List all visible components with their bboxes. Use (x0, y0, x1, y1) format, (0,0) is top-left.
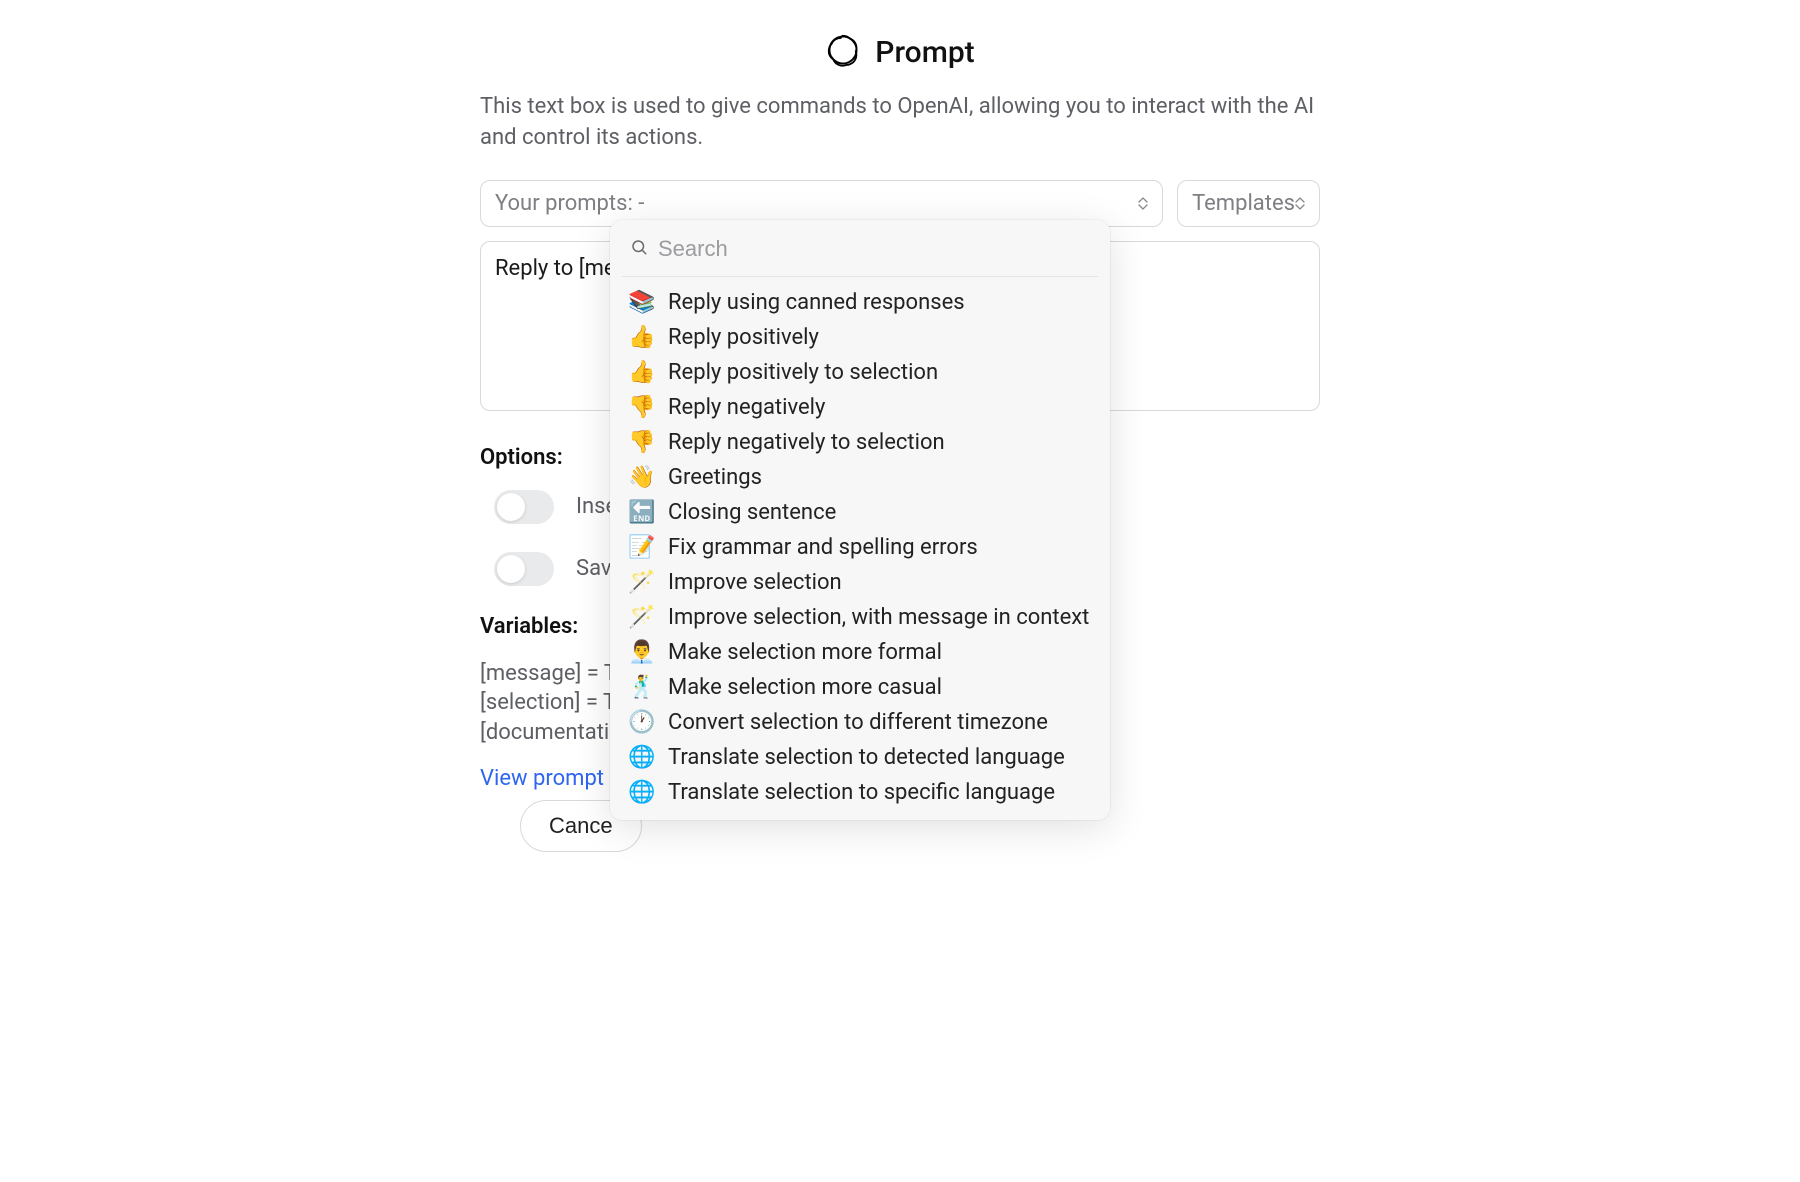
template-item-label: Reply using canned responses (668, 290, 965, 315)
template-list: 📚 Reply using canned responses 👍 Reply posi… (622, 277, 1098, 810)
template-item-label: Convert selection to different timezone (668, 710, 1048, 735)
template-item-emoji-icon: 👍 (628, 360, 654, 385)
template-item-emoji-icon: 🪄 (628, 570, 654, 595)
template-item[interactable]: 🌐 Translate selection to specific languag… (622, 775, 1098, 810)
template-item-emoji-icon: 📝 (628, 535, 654, 560)
template-item[interactable]: 📝 Fix grammar and spelling errors (622, 530, 1098, 565)
template-item[interactable]: 🔚 Closing sentence (622, 495, 1098, 530)
template-item-emoji-icon: 🕐 (628, 710, 654, 735)
template-item-label: Make selection more casual (668, 675, 942, 700)
template-item-emoji-icon: 👎 (628, 395, 654, 420)
template-item-label: Reply positively to selection (668, 360, 938, 385)
template-item[interactable]: 👎 Reply negatively (622, 390, 1098, 425)
template-item-label: Translate selection to specific language (668, 780, 1055, 805)
template-item-label: Improve selection (668, 570, 842, 595)
template-item[interactable]: 🕐 Convert selection to different timezone (622, 705, 1098, 740)
your-prompts-label: Your prompts: - (495, 191, 644, 216)
template-item-emoji-icon: 🔚 (628, 500, 654, 525)
templates-dropdown-panel: 📚 Reply using canned responses 👍 Reply posi… (610, 220, 1110, 820)
template-item-label: Fix grammar and spelling errors (668, 535, 978, 560)
template-item-emoji-icon: 🌐 (628, 745, 654, 770)
template-item[interactable]: 🕺 Make selection more casual (622, 670, 1098, 705)
template-item[interactable]: 👋 Greetings (622, 460, 1098, 495)
page-title: Prompt (875, 35, 974, 70)
template-item[interactable]: 👨‍💼 Make selection more formal (622, 635, 1098, 670)
templates-label: Templates (1192, 191, 1295, 216)
templates-select[interactable]: Templates (1177, 180, 1320, 227)
search-input[interactable] (658, 236, 1090, 262)
chevron-updown-icon (1138, 197, 1148, 210)
search-icon (630, 238, 648, 260)
template-item-emoji-icon: 👍 (628, 325, 654, 350)
template-item-emoji-icon: 🌐 (628, 780, 654, 805)
openai-logo-icon (825, 32, 861, 72)
template-item[interactable]: 🪄 Improve selection, with message in cont… (622, 600, 1098, 635)
template-item-emoji-icon: 👎 (628, 430, 654, 455)
template-item-label: Improve selection, with message in conte… (668, 605, 1089, 630)
template-item-emoji-icon: 🪄 (628, 605, 654, 630)
template-item-emoji-icon: 👨‍💼 (628, 640, 654, 665)
template-item-label: Greetings (668, 465, 762, 490)
description-text: This text box is used to give commands t… (480, 92, 1320, 154)
template-item-emoji-icon: 👋 (628, 465, 654, 490)
template-item[interactable]: 👍 Reply positively (622, 320, 1098, 355)
chevron-updown-icon (1295, 197, 1305, 210)
header: Prompt (480, 32, 1320, 72)
template-item-label: Reply negatively to selection (668, 430, 945, 455)
template-item[interactable]: 📚 Reply using canned responses (622, 285, 1098, 320)
template-item-label: Closing sentence (668, 500, 836, 525)
template-item-label: Make selection more formal (668, 640, 942, 665)
template-item[interactable]: 👎 Reply negatively to selection (622, 425, 1098, 460)
template-item-label: Reply negatively (668, 395, 825, 420)
save-prompt-toggle[interactable] (494, 552, 554, 586)
template-item-label: Reply positively (668, 325, 819, 350)
template-item[interactable]: 🪄 Improve selection (622, 565, 1098, 600)
template-item-emoji-icon: 🕺 (628, 675, 654, 700)
template-item-emoji-icon: 📚 (628, 290, 654, 315)
template-item-label: Translate selection to detected language (668, 745, 1065, 770)
insert-newline-toggle[interactable] (494, 490, 554, 524)
template-item[interactable]: 👍 Reply positively to selection (622, 355, 1098, 390)
search-row (622, 230, 1098, 277)
template-item[interactable]: 🌐 Translate selection to detected languag… (622, 740, 1098, 775)
